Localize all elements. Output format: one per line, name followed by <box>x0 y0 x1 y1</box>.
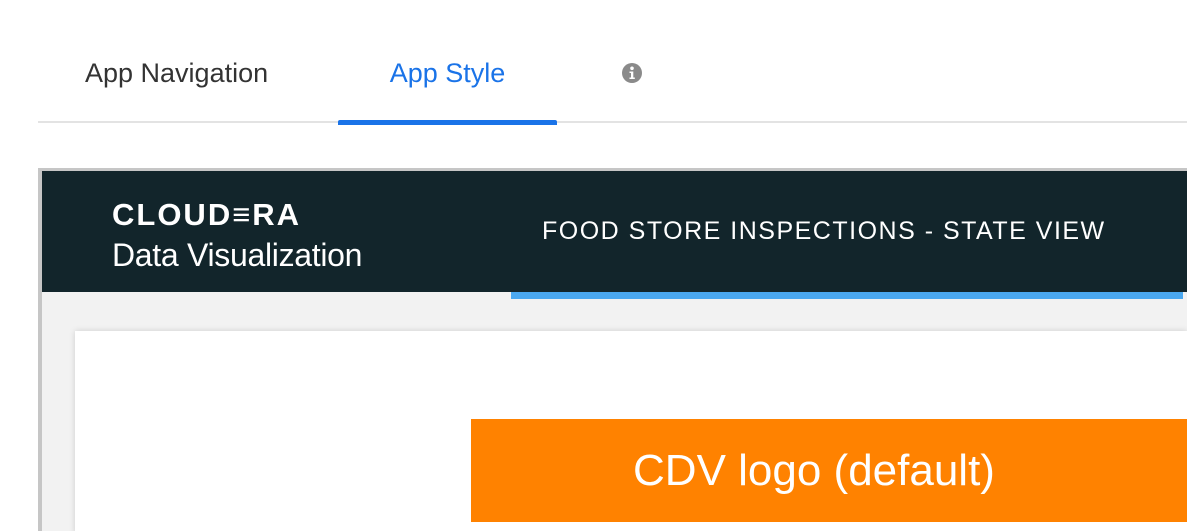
style-preview: CLOUD≡RA Data Visualization FOOD STORE I… <box>38 168 1187 531</box>
tab-app-navigation[interactable]: App Navigation <box>85 58 268 123</box>
brand-logo: CLOUD≡RA <box>112 197 302 232</box>
preview-card: CDV logo (default) <box>75 331 1187 531</box>
tab-app-style[interactable]: App Style <box>338 58 557 125</box>
nav-item-food-store-inspections[interactable]: FOOD STORE INSPECTIONS - STATE VIEW <box>542 217 1106 246</box>
tab-bar: App Navigation App Style <box>38 0 1187 125</box>
app-style-page: App Navigation App Style CLOUD≡RA Data V… <box>0 0 1187 531</box>
logo-option-banner: CDV logo (default) <box>471 419 1187 522</box>
info-icon[interactable] <box>621 60 643 83</box>
brand-subtitle: Data Visualization <box>112 237 363 273</box>
info-circle-icon <box>622 63 642 83</box>
nav-active-underline <box>511 292 1183 299</box>
preview-header: CLOUD≡RA Data Visualization FOOD STORE I… <box>42 171 1187 292</box>
